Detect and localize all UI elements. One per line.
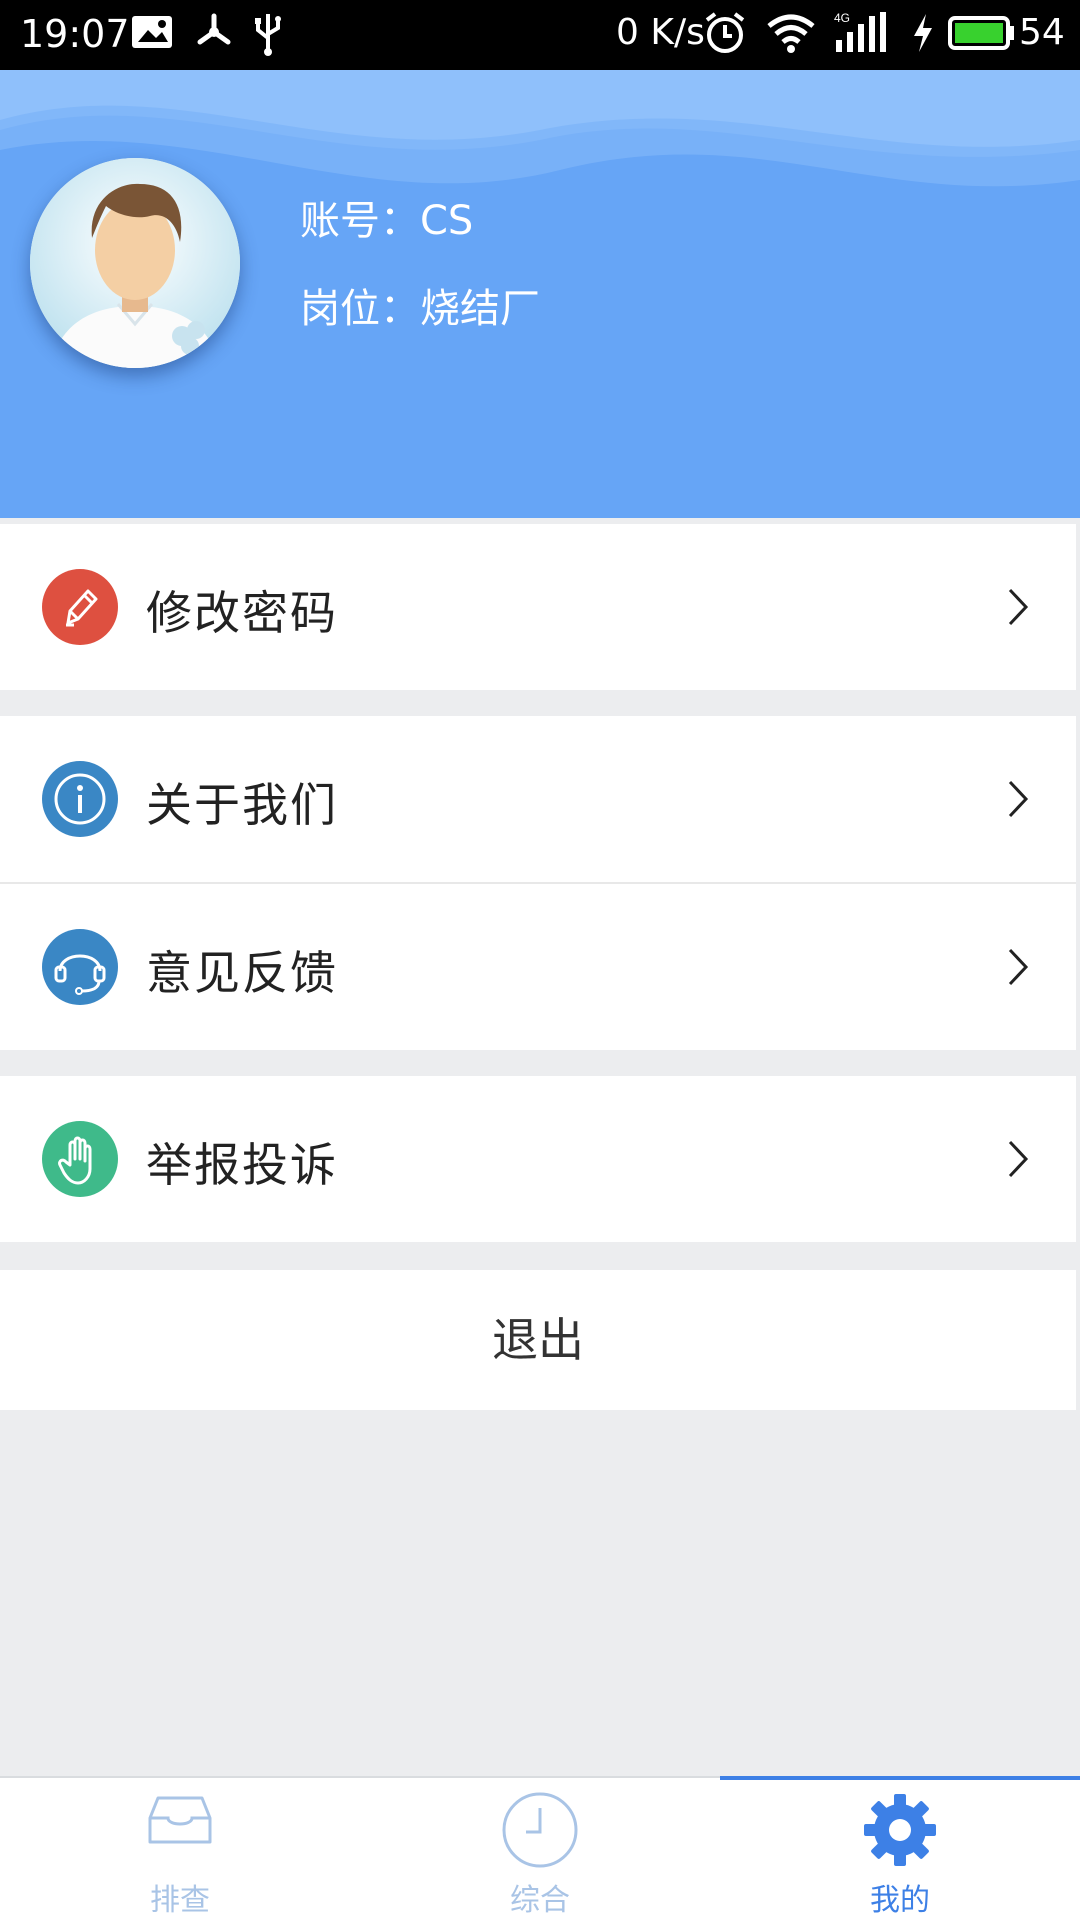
account-value: CS [420, 198, 474, 244]
status-bar: 19:07 0 K/s 4G 54 [0, 0, 1080, 70]
menu-item-label: 举报投诉 [146, 1138, 338, 1192]
info-icon [42, 761, 118, 837]
headset-icon [42, 929, 118, 1005]
menu-item-about-us[interactable]: 关于我们 [0, 716, 1076, 882]
chevron-right-icon [1006, 946, 1030, 992]
account-line: 账号：CS [300, 188, 473, 246]
clock-icon [500, 1790, 580, 1874]
gear-icon [862, 1792, 938, 1872]
battery-percent: 54 [1019, 12, 1065, 53]
menu-item-label: 关于我们 [146, 778, 338, 832]
menu-item-change-password[interactable]: 修改密码 [0, 524, 1076, 690]
network-speed: 0 K/s [616, 12, 705, 53]
avatar[interactable] [30, 158, 240, 368]
signal-4g-icon: 4G [832, 10, 888, 60]
position-label: 岗位： [300, 286, 420, 332]
pencil-icon [42, 569, 118, 645]
position-value: 烧结厂 [420, 286, 540, 332]
position-line: 岗位：烧结厂 [300, 276, 540, 334]
tab-mine[interactable]: 我的 [720, 1776, 1080, 1922]
chevron-right-icon [1006, 586, 1030, 632]
menu-item-report-complaint[interactable]: 举报投诉 [0, 1076, 1076, 1242]
charging-icon [908, 10, 938, 60]
bottom-tab-bar: 排查 综合 我的 [0, 1776, 1080, 1922]
tab-inspection[interactable]: 排查 [0, 1778, 360, 1922]
tab-label: 综合 [510, 1883, 570, 1918]
tab-label: 排查 [150, 1883, 210, 1918]
inbox-icon [144, 1792, 216, 1852]
hand-icon [42, 1121, 118, 1197]
menu-item-label: 修改密码 [146, 586, 338, 640]
tab-label: 我的 [870, 1883, 930, 1918]
account-label: 账号： [300, 198, 420, 244]
wifi-icon [765, 10, 817, 60]
alarm-icon [703, 10, 747, 60]
usb-icon [246, 10, 290, 62]
active-tab-indicator [720, 1776, 1080, 1780]
tab-overview[interactable]: 综合 [360, 1778, 720, 1922]
menu-item-feedback[interactable]: 意见反馈 [0, 884, 1076, 1050]
share-icon [192, 10, 236, 58]
profile-header: 账号：CS 岗位：烧结厂 [0, 70, 1080, 518]
chevron-right-icon [1006, 1138, 1030, 1184]
chevron-right-icon [1006, 778, 1030, 824]
image-notification-icon [130, 10, 174, 58]
menu-item-label: 意见反馈 [146, 946, 338, 1000]
svg-text:4G: 4G [834, 11, 850, 25]
battery-icon [948, 10, 1016, 60]
status-time: 19:07 [20, 12, 130, 56]
logout-button[interactable]: 退出 [0, 1270, 1076, 1410]
